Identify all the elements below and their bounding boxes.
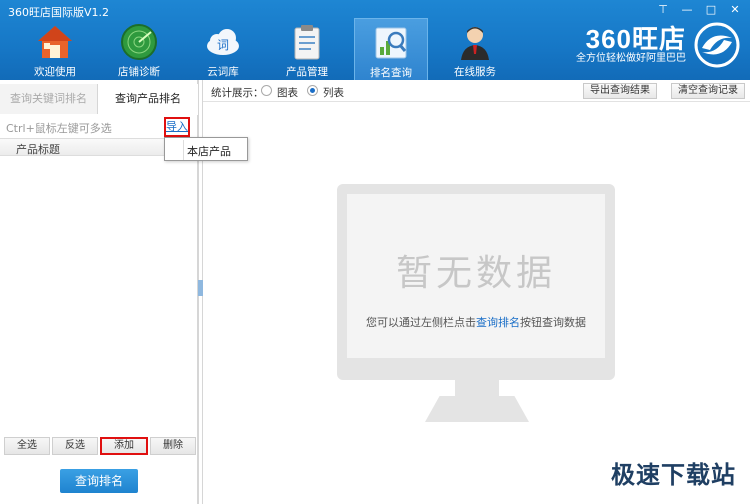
nav-online-service[interactable]: 在线服务 [438, 18, 512, 80]
nav-rank-query-label: 排名查询 [370, 67, 412, 79]
select-all-button[interactable]: 全选 [4, 437, 50, 455]
add-button[interactable]: 添加 [100, 437, 148, 455]
monitor-screen: 暂无数据 您可以通过左侧栏点击查询排名按钮查询数据 [337, 184, 615, 380]
query-rank-button[interactable]: 查询排名 [60, 469, 138, 493]
radio-list[interactable] [307, 85, 318, 96]
nav-online-service-label: 在线服务 [454, 66, 496, 78]
radio-chart[interactable] [261, 85, 272, 96]
nav-products-label: 产品管理 [286, 66, 328, 78]
nav-welcome-label: 欢迎使用 [34, 66, 76, 78]
menu-item-shop-products[interactable]: 本店产品 [187, 143, 231, 159]
invert-selection-button[interactable]: 反选 [52, 437, 98, 455]
export-results-button[interactable]: 导出查询结果 [583, 83, 657, 99]
app-header: 360旺店国际版V1.2 ⊤ — □ ✕ 欢迎使用 店铺诊断 词 云词库 产品管… [0, 0, 750, 80]
tab-product-rank[interactable]: 查询产品排名 [98, 84, 198, 115]
radio-list-label: 列表 [323, 87, 344, 99]
brand-logo: 360旺店 全方位轻松做好阿里巴巴 [576, 20, 740, 70]
logo-slogan: 全方位轻松做好阿里巴巴 [576, 53, 686, 64]
monitor-stand [455, 380, 499, 398]
multi-select-hint: Ctrl+鼠标左键可多选 [6, 122, 112, 135]
watermark: 极速下载站 [611, 461, 736, 489]
radar-icon [121, 24, 157, 60]
nav-diagnosis-label: 店铺诊断 [118, 66, 160, 78]
stat-display-label: 统计展示： [211, 87, 264, 99]
right-panel: 统计展示： 图表 列表 导出查询结果 清空查询记录 暂无数据 您可以通过左侧栏点… [203, 80, 750, 504]
import-dropdown-menu: 本店产品 [164, 137, 248, 161]
cloud-icon: 词 [207, 29, 239, 55]
nav-products[interactable]: 产品管理 [270, 18, 344, 80]
logo-main-text: 360旺店 [585, 24, 686, 54]
empty-state-link: 查询排名 [476, 316, 520, 329]
nav-rank-query[interactable]: 排名查询 [354, 18, 428, 80]
nav-cloud-words[interactable]: 词 云词库 [186, 18, 260, 80]
delete-button[interactable]: 删除 [150, 437, 196, 455]
empty-state-illustration: 暂无数据 您可以通过左侧栏点击查询排名按钮查询数据 [337, 184, 617, 424]
result-toolbar: 统计展示： 图表 列表 导出查询结果 清空查询记录 [203, 80, 750, 102]
clear-records-button[interactable]: 清空查询记录 [671, 83, 745, 99]
clipboard-icon [294, 25, 320, 60]
radio-chart-label: 图表 [277, 87, 298, 99]
product-title-header-label: 产品标题 [16, 143, 60, 156]
home-icon [38, 26, 72, 58]
minimize-button[interactable]: — [678, 3, 696, 17]
nav-cloud-words-label: 云词库 [207, 66, 239, 78]
left-tabs: 查询关键词排名 查询产品排名 [0, 84, 198, 115]
pin-button[interactable]: ⊤ [654, 3, 672, 17]
empty-state-description: 您可以通过左侧栏点击查询排名按钮查询数据 [366, 316, 586, 329]
nav-welcome[interactable]: 欢迎使用 [18, 18, 92, 80]
window-controls: ⊤ — □ ✕ [654, 3, 744, 17]
empty-state-title: 暂无数据 [395, 253, 556, 294]
tab-keyword-rank[interactable]: 查询关键词排名 [0, 84, 98, 114]
maximize-button[interactable]: □ [702, 3, 720, 17]
monitor-base [425, 396, 529, 422]
magnifier-chart-icon [375, 27, 407, 59]
list-action-buttons: 全选 反选 添加 删除 [4, 437, 196, 455]
import-link[interactable]: 导入 [164, 117, 190, 137]
svg-text:词: 词 [217, 38, 229, 52]
close-button[interactable]: ✕ [726, 3, 744, 17]
nav-diagnosis[interactable]: 店铺诊断 [102, 18, 176, 80]
logo-swirl-icon [694, 22, 740, 68]
support-agent-icon [461, 27, 489, 60]
